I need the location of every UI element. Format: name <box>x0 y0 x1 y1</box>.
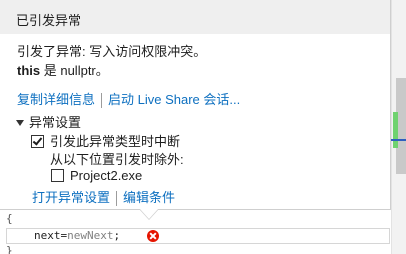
code-editor: { next=newNext; } 已引发异常 引发了异常: 写入访问权限冲突。… <box>0 0 406 254</box>
popup-title: 已引发异常 <box>16 13 82 28</box>
exception-settings-section[interactable]: 异常设置 <box>16 112 81 131</box>
collapse-triangle-icon[interactable] <box>16 119 24 126</box>
except-when-label: 从以下位置引发时除外: <box>50 152 184 167</box>
settings-actions: 打开异常设置 编辑条件 <box>32 187 175 207</box>
change-marker <box>393 112 398 148</box>
code-line[interactable]: next=newNext; <box>34 229 120 242</box>
live-share-link[interactable]: 启动 Live Share 会话... <box>108 92 240 107</box>
code-brace-close: } <box>6 244 13 254</box>
exception-popup: 已引发异常 引发了异常: 写入访问权限冲突。 this 是 nullptr。 复… <box>0 0 391 210</box>
exception-message: 引发了异常: 写入访问权限冲突。 <box>17 44 207 59</box>
link-separator <box>116 191 118 207</box>
break-on-exception-option[interactable]: 引发此异常类型时中断 <box>31 131 180 150</box>
exception-settings-label: 异常设置 <box>29 115 82 130</box>
caret-position-marker <box>390 139 406 141</box>
module-checkbox[interactable] <box>51 169 64 183</box>
exception-detail-text: 是 nullptr。 <box>40 63 109 78</box>
edit-conditions-link[interactable]: 编辑条件 <box>123 190 175 205</box>
exception-detail: this 是 nullptr。 <box>17 60 109 79</box>
break-on-exception-label: 引发此异常类型时中断 <box>50 134 181 149</box>
popup-pointer <box>140 209 158 219</box>
exception-keyword: this <box>17 63 41 78</box>
code-brace-open: { <box>6 212 13 225</box>
popup-header: 已引发异常 <box>0 0 390 34</box>
code-identifier: newNext <box>67 229 114 242</box>
copy-details-link[interactable]: 复制详细信息 <box>17 92 95 107</box>
popup-actions: 复制详细信息 启动 Live Share 会话... <box>17 89 240 109</box>
error-icon[interactable] <box>147 230 159 242</box>
break-on-exception-checkbox[interactable] <box>31 135 44 149</box>
code-assignment: next= <box>34 229 68 242</box>
module-option[interactable]: Project2.exe <box>51 168 142 183</box>
link-separator <box>101 93 103 109</box>
open-exception-settings-link[interactable]: 打开异常设置 <box>32 190 110 205</box>
module-label: Project2.exe <box>70 168 143 183</box>
code-semicolon: ; <box>113 229 121 242</box>
